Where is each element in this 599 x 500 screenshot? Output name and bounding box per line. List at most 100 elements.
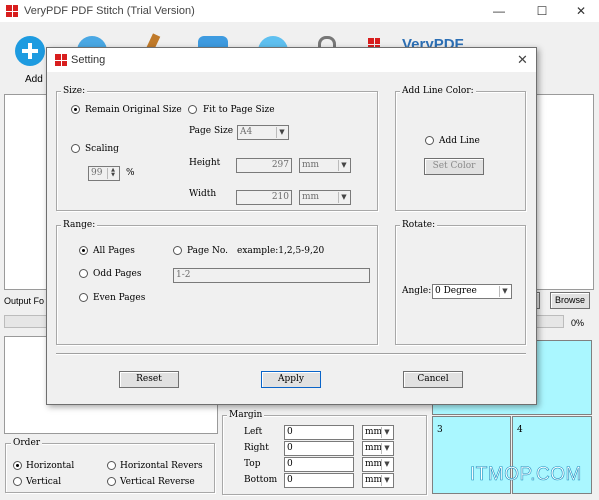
scaling-radio[interactable]	[71, 144, 80, 153]
chevron-down-icon: ▼	[276, 127, 287, 138]
width-unit-select[interactable]: mm ▼	[299, 190, 351, 205]
margin-bottom-unit[interactable]: mm ▼	[362, 473, 394, 488]
window-title-bar: VeryPDF PDF Stitch (Trial Version) — ☐ ✕	[0, 0, 599, 22]
cancel-button[interactable]: Cancel	[403, 371, 463, 388]
odd-pages-label[interactable]: Odd Pages	[93, 269, 142, 280]
remain-original-label[interactable]: Remain Original Size	[85, 105, 182, 116]
all-pages-radio[interactable]	[79, 246, 88, 255]
even-pages-label[interactable]: Even Pages	[93, 293, 145, 304]
add-line-radio[interactable]	[425, 136, 434, 145]
order-horizontal-reverse-label[interactable]: Horizontal Revers	[120, 461, 203, 472]
width-unit-value: mm	[302, 192, 320, 202]
margin-bottom-label: Bottom	[244, 475, 278, 485]
fit-to-page-label[interactable]: Fit to Page Size	[203, 105, 275, 116]
order-vertical-reverse-radio[interactable]	[107, 477, 116, 486]
rotate-legend: Rotate:	[400, 220, 438, 231]
order-vertical-label[interactable]: Vertical	[26, 477, 61, 488]
setting-dialog: Setting ✕ Size: Remain Original Size Fit…	[46, 47, 537, 405]
height-unit-select[interactable]: mm ▼	[299, 158, 351, 173]
width-input[interactable]: 210	[236, 190, 292, 205]
line-color-group	[395, 91, 526, 211]
angle-label: Angle:	[402, 286, 432, 296]
angle-value: 0 Degree	[435, 286, 477, 296]
order-horizontal-reverse-radio[interactable]	[107, 461, 116, 470]
chevron-down-icon: ▼	[381, 443, 392, 454]
margin-top-input[interactable]: 0	[284, 457, 354, 472]
dialog-title-bar: Setting ✕	[47, 48, 536, 72]
fit-to-page-radio[interactable]	[188, 105, 197, 114]
height-unit-value: mm	[302, 160, 320, 170]
minimize-icon[interactable]: —	[484, 0, 514, 22]
order-horizontal-radio[interactable]	[13, 461, 22, 470]
percent-label: %	[126, 168, 135, 178]
dialog-logo-icon	[55, 54, 67, 66]
chevron-down-icon: ▼	[381, 475, 392, 486]
add-icon[interactable]	[15, 36, 45, 66]
margin-left-input[interactable]: 0	[284, 425, 354, 440]
margin-left-unit[interactable]: mm ▼	[362, 425, 394, 440]
range-legend: Range:	[61, 220, 98, 231]
margin-top-label: Top	[244, 459, 261, 469]
margin-top-unit-value: mm	[365, 459, 383, 469]
margin-bottom-unit-value: mm	[365, 475, 383, 485]
height-input[interactable]: 297	[236, 158, 292, 173]
remain-original-radio[interactable]	[71, 105, 80, 114]
add-line-label[interactable]: Add Line	[439, 136, 480, 147]
height-label: Height	[189, 158, 221, 168]
apply-button[interactable]: Apply	[261, 371, 321, 388]
close-icon[interactable]: ✕	[566, 0, 596, 22]
browse-button[interactable]: Browse	[550, 292, 590, 309]
preview-cell-number: 3	[437, 425, 443, 435]
size-legend: Size:	[61, 86, 88, 97]
add-label[interactable]: Add	[25, 74, 43, 85]
margin-bottom-input[interactable]: 0	[284, 473, 354, 488]
chevron-down-icon: ▼	[499, 286, 510, 297]
chevron-down-icon: ▼	[381, 427, 392, 438]
margin-left-label: Left	[244, 427, 263, 437]
scaling-value: 99	[91, 168, 103, 178]
preview-cell-number: 4	[517, 425, 523, 435]
window-title: VeryPDF PDF Stitch (Trial Version)	[24, 5, 195, 17]
order-vertical-radio[interactable]	[13, 477, 22, 486]
order-legend: Order	[11, 438, 43, 449]
angle-select[interactable]: 0 Degree ▼	[432, 284, 512, 299]
chevron-down-icon: ▼	[338, 192, 349, 203]
even-pages-radio[interactable]	[79, 293, 88, 302]
margin-top-unit[interactable]: mm ▼	[362, 457, 394, 472]
dialog-close-icon[interactable]: ✕	[517, 52, 528, 68]
output-folder-label: Output Fo	[4, 296, 45, 306]
page-size-label: Page Size	[189, 126, 234, 136]
page-size-value: A4	[240, 127, 253, 137]
margin-right-unit-value: mm	[365, 443, 383, 453]
set-color-button[interactable]: Set Color	[424, 158, 484, 175]
chevron-down-icon: ▼	[381, 459, 392, 470]
odd-pages-radio[interactable]	[79, 269, 88, 278]
dialog-title: Setting	[71, 54, 106, 66]
app-logo-icon	[6, 5, 18, 17]
scaling-input[interactable]: 99 ▲ ▼	[88, 166, 120, 181]
page-no-example: example:1,2,5-9,20	[237, 246, 325, 256]
width-label: Width	[189, 189, 217, 199]
order-horizontal-label[interactable]: Horizontal	[26, 461, 74, 472]
reset-button[interactable]: Reset	[119, 371, 179, 388]
line-color-legend: Add Line Color:	[400, 86, 476, 97]
maximize-icon[interactable]: ☐	[527, 0, 557, 22]
page-no-label[interactable]: Page No.	[187, 246, 228, 257]
margin-left-unit-value: mm	[365, 427, 383, 437]
margin-legend: Margin	[227, 410, 265, 421]
page-no-radio[interactable]	[173, 246, 182, 255]
page-size-select[interactable]: A4 ▼	[237, 125, 289, 140]
watermark: ITMOP.COM	[470, 464, 582, 486]
margin-right-unit[interactable]: mm ▼	[362, 441, 394, 456]
scaling-label[interactable]: Scaling	[85, 144, 119, 155]
order-vertical-reverse-label[interactable]: Vertical Reverse	[120, 477, 195, 488]
range-group	[56, 225, 378, 345]
chevron-down-icon: ▼	[338, 160, 349, 171]
all-pages-label[interactable]: All Pages	[93, 246, 135, 257]
margin-right-input[interactable]: 0	[284, 441, 354, 456]
page-range-input[interactable]: 1-2	[173, 268, 370, 283]
spinner-icon[interactable]: ▲ ▼	[107, 168, 118, 179]
dialog-separator	[56, 353, 526, 355]
progress-text: 0%	[571, 318, 585, 328]
margin-right-label: Right	[244, 443, 269, 453]
